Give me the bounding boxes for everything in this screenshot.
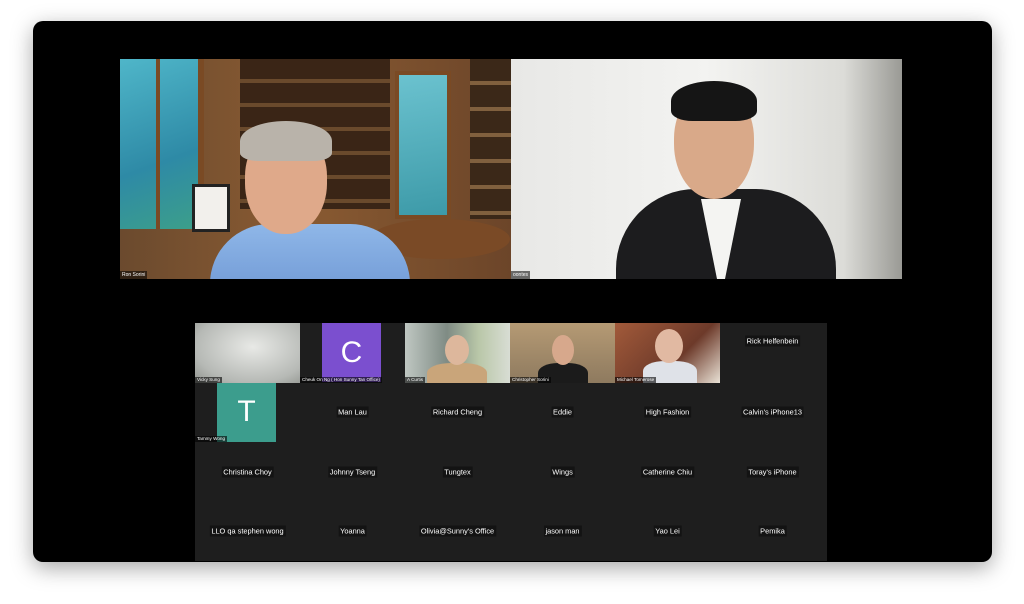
participant-name: Man Lau — [336, 406, 369, 418]
participant-tile[interactable]: LLO qa stephen wong — [195, 501, 300, 561]
participant-name: Wings — [550, 466, 575, 478]
participant-name: Yao Lei — [653, 525, 682, 537]
participant-name: Christina Choy — [221, 466, 274, 478]
participant-tile[interactable]: Man Lau — [300, 382, 405, 442]
participant-name: Rick Helfenbein — [744, 335, 801, 347]
participant-tile[interactable]: Johnny Tseng — [300, 442, 405, 502]
participant-tile[interactable]: Eddie — [510, 382, 615, 442]
participant-head — [552, 335, 574, 365]
participant-tile[interactable]: Pemika — [720, 501, 825, 561]
participant-tile[interactable]: Yao Lei — [615, 501, 720, 561]
participant-gallery: Vicky Sung C Cheuk On Ng ( Hon Sunny Tan… — [195, 323, 827, 561]
participant-name: jason man — [543, 525, 582, 537]
participant-tile[interactable]: Rick Helfenbein — [720, 323, 825, 383]
participant-body — [427, 363, 487, 383]
participant-tile[interactable]: Christopher Sorini — [510, 323, 615, 383]
participant-name: Catherine Chiu — [640, 466, 695, 478]
participant-tile[interactable]: Michael Tomerose — [615, 323, 720, 383]
participant-tile[interactable]: Tungtex — [405, 442, 510, 502]
window-right — [395, 71, 451, 219]
participant-tile[interactable]: Wings — [510, 442, 615, 502]
participant-name: Yoanna — [338, 525, 367, 537]
participant-avatar: T — [217, 382, 276, 442]
participant-tile[interactable]: Calvin's iPhone13 — [720, 382, 825, 442]
participant-name: Johnny Tseng — [327, 466, 378, 478]
participant-name: Toray's iPhone — [746, 466, 799, 478]
speaker-name-label: oontes — [511, 271, 531, 279]
participant-video — [195, 323, 300, 383]
participant-name: LLO qa stephen wong — [209, 525, 286, 537]
participant-name: Olivia@Sunny's Office — [418, 525, 497, 537]
picture-frame — [192, 184, 230, 232]
participant-head — [655, 329, 683, 363]
speaker-video-2[interactable]: oontes — [511, 59, 902, 279]
participant-head — [445, 335, 469, 365]
meeting-window: Ron Sorini oontes Vicky Sung C Cheuk On … — [33, 21, 992, 562]
participant-tile[interactable]: Vicky Sung — [195, 323, 300, 383]
speaker-name-label: Ron Sorini — [120, 271, 148, 279]
participant-name: Richard Cheng — [430, 406, 485, 418]
participant-hair — [240, 121, 332, 161]
participant-hair — [671, 81, 757, 121]
bookshelf-right — [470, 59, 511, 219]
participant-tile[interactable]: Christina Choy — [195, 442, 300, 502]
participant-tile[interactable]: Catherine Chiu — [615, 442, 720, 502]
speaker-video-1[interactable]: Ron Sorini — [120, 59, 511, 279]
participant-name: Calvin's iPhone13 — [741, 406, 804, 418]
participant-tile[interactable]: A Curtis — [405, 323, 510, 383]
participant-name: Pemika — [758, 525, 787, 537]
participant-tile[interactable]: High Fashion — [615, 382, 720, 442]
participant-tile[interactable]: jason man — [510, 501, 615, 561]
participant-tile[interactable]: Toray's iPhone — [720, 442, 825, 502]
participant-name: High Fashion — [643, 406, 692, 418]
participant-tile[interactable]: Olivia@Sunny's Office — [405, 501, 510, 561]
participant-avatar: C — [322, 323, 381, 382]
participant-tile[interactable]: Richard Cheng — [405, 382, 510, 442]
participant-tile[interactable]: C Cheuk On Ng ( Hon Sunny Tan Office) — [300, 323, 405, 383]
participant-tile[interactable]: T Tammy Wong — [195, 382, 300, 442]
participant-name: Tungtex — [442, 466, 473, 478]
participant-name: Eddie — [551, 406, 574, 418]
participant-tile[interactable]: Yoanna — [300, 501, 405, 561]
participant-body — [210, 224, 410, 279]
